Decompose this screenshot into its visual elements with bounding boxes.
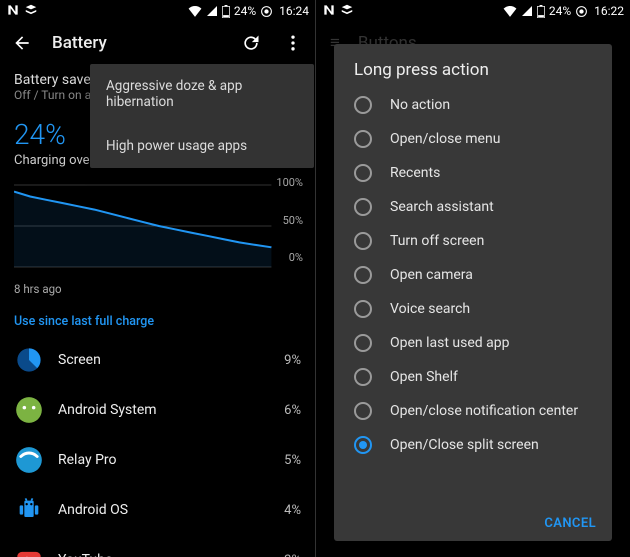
n-icon xyxy=(322,3,336,20)
radio-label: Open/close notification center xyxy=(390,403,578,419)
app-icon xyxy=(14,445,44,475)
radio-label: Turn off screen xyxy=(390,233,484,249)
n-icon xyxy=(6,3,20,20)
radio-icon xyxy=(354,436,372,454)
radio-label: Open/Close split screen xyxy=(390,437,539,453)
radio-option[interactable]: Open last used app xyxy=(334,326,612,360)
dialog-options: No action Open/close menu Recents Search as… xyxy=(334,88,612,506)
radio-icon xyxy=(354,232,372,250)
signal-icon xyxy=(521,5,533,17)
chart-label-0: 0% xyxy=(276,251,303,264)
radio-label: No action xyxy=(390,97,450,113)
radio-icon xyxy=(354,130,372,148)
clock-ring-icon xyxy=(260,5,273,18)
radio-icon xyxy=(354,266,372,284)
radio-option[interactable]: Recents xyxy=(334,156,612,190)
signal-icon xyxy=(206,5,218,17)
radio-option[interactable]: Search assistant xyxy=(334,190,612,224)
radio-option[interactable]: No action xyxy=(334,88,612,122)
usage-row[interactable]: Android System 6% xyxy=(0,385,315,435)
app-pct: 4% xyxy=(284,503,301,518)
radio-icon xyxy=(354,198,372,216)
right-phone: 24% 16:22 ≡Buttons Long press action No … xyxy=(315,0,630,557)
radio-option[interactable]: Open Shelf xyxy=(334,360,612,394)
radio-option[interactable]: Open/close menu xyxy=(334,122,612,156)
app-icon xyxy=(14,395,44,425)
app-icon xyxy=(14,545,44,557)
radio-icon xyxy=(354,368,372,386)
app-name: YouTube xyxy=(58,552,270,557)
chart-label-100: 100% xyxy=(276,176,303,189)
radio-label: Open last used app xyxy=(390,335,510,351)
chart-time-label: 8 hrs ago xyxy=(0,278,315,304)
radio-option[interactable]: Voice search xyxy=(334,292,612,326)
radio-label: Voice search xyxy=(390,301,470,317)
app-name: Android System xyxy=(58,402,270,418)
battery-pct-status: 24% xyxy=(234,4,256,18)
app-pct: 9% xyxy=(284,353,301,368)
wifi-icon xyxy=(503,5,517,17)
radio-option[interactable]: Open/Close split screen xyxy=(334,428,612,462)
radio-option[interactable]: Open/close notification center xyxy=(334,394,612,428)
radio-option[interactable]: Turn off screen xyxy=(334,224,612,258)
status-clock: 16:24 xyxy=(279,4,309,18)
radio-icon xyxy=(354,402,372,420)
usage-row[interactable]: YouTube 3% xyxy=(0,535,315,557)
radio-icon xyxy=(354,96,372,114)
radio-label: Open Shelf xyxy=(390,369,458,385)
battery-icon xyxy=(222,5,230,18)
overflow-icon[interactable] xyxy=(281,31,305,55)
status-bar: 24% 16:22 xyxy=(316,0,630,22)
battery-icon xyxy=(537,5,545,18)
usage-row[interactable]: Relay Pro 5% xyxy=(0,435,315,485)
refresh-icon[interactable] xyxy=(239,31,263,55)
radio-icon xyxy=(354,334,372,352)
usage-row[interactable]: Android OS 4% xyxy=(0,485,315,535)
battery-pct-status: 24% xyxy=(549,4,571,18)
popup-item-highpower[interactable]: High power usage apps xyxy=(90,124,314,168)
long-press-dialog: Long press action No action Open/close me… xyxy=(334,44,612,541)
layers-icon xyxy=(340,3,354,20)
section-label: Use since last full charge xyxy=(0,304,315,335)
back-icon[interactable] xyxy=(10,31,34,55)
overflow-popup: Aggressive doze & app hibernation High p… xyxy=(90,64,314,168)
app-icon xyxy=(14,495,44,525)
clock-ring-icon xyxy=(575,5,588,18)
app-name: Android OS xyxy=(58,502,270,518)
radio-icon xyxy=(354,164,372,182)
radio-label: Recents xyxy=(390,165,440,181)
usage-list: Screen 9% Android System 6% Relay Pro 5% Andro… xyxy=(0,335,315,557)
appbar-title: Battery xyxy=(52,33,221,53)
chart-label-50: 50% xyxy=(276,214,303,227)
status-clock: 16:22 xyxy=(594,4,624,18)
layers-icon xyxy=(24,3,38,20)
left-phone: 24% 16:24 Battery Battery saver Off / Tu… xyxy=(0,0,315,557)
app-pct: 6% xyxy=(284,403,301,418)
popup-item-doze[interactable]: Aggressive doze & app hibernation xyxy=(90,64,314,124)
app-name: Relay Pro xyxy=(58,452,270,468)
dialog-title: Long press action xyxy=(334,44,612,88)
wifi-icon xyxy=(188,5,202,17)
battery-chart[interactable]: 100% 50% 0% xyxy=(0,174,315,278)
radio-label: Open/close menu xyxy=(390,131,500,147)
app-pct: 3% xyxy=(284,553,301,557)
radio-label: Search assistant xyxy=(390,199,494,215)
appbar: Battery xyxy=(0,22,315,64)
app-name: Screen xyxy=(58,352,270,368)
app-pct: 5% xyxy=(284,453,301,468)
app-icon xyxy=(14,345,44,375)
cancel-button[interactable]: CANCEL xyxy=(544,516,596,531)
status-bar: 24% 16:24 xyxy=(0,0,315,22)
radio-icon xyxy=(354,300,372,318)
usage-row[interactable]: Screen 9% xyxy=(0,335,315,385)
radio-label: Open camera xyxy=(390,267,473,283)
radio-option[interactable]: Open camera xyxy=(334,258,612,292)
